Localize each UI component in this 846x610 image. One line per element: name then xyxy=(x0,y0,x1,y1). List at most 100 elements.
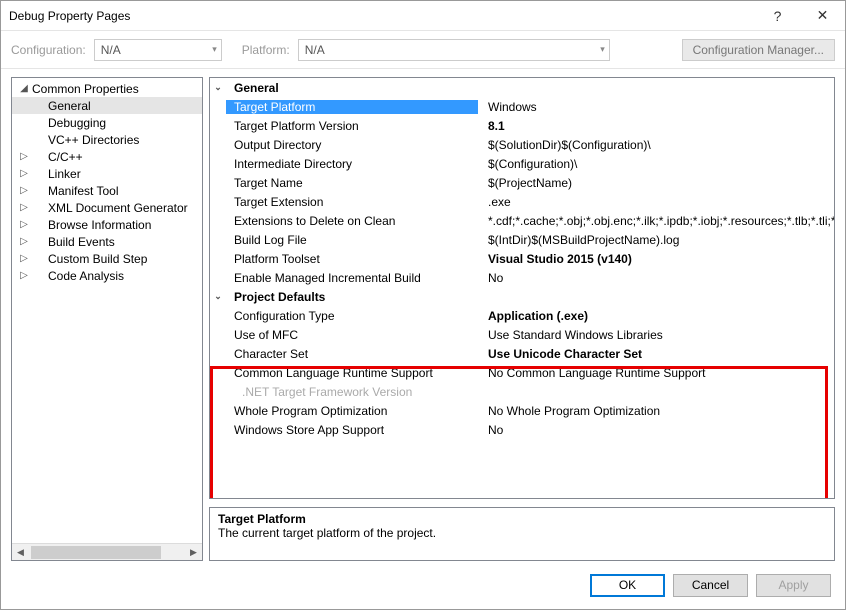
tree-item[interactable]: ▷Build Events xyxy=(12,233,202,250)
tree-root-label: Common Properties xyxy=(32,82,139,96)
grid-row-value[interactable]: Use Standard Windows Libraries xyxy=(478,328,834,342)
grid-row-value[interactable]: Use Unicode Character Set xyxy=(478,347,834,361)
grid-row-name: Extensions to Delete on Clean xyxy=(226,214,478,228)
collapse-icon[interactable]: ⌄ xyxy=(210,291,226,302)
grid-row-value[interactable]: .exe xyxy=(478,195,834,209)
property-pages-window: Debug Property Pages ? ✕ Configuration: … xyxy=(0,0,846,610)
tree-item[interactable]: ▷ C/C++ xyxy=(12,148,202,165)
grid-row[interactable]: Common Language Runtime SupportNo Common… xyxy=(210,363,834,382)
tree-item[interactable]: ▷ Linker xyxy=(12,165,202,182)
expand-icon[interactable]: ▷ xyxy=(18,270,30,281)
description-text: The current target platform of the proje… xyxy=(218,526,826,540)
expand-icon[interactable]: ▷ xyxy=(18,219,30,230)
grid-row[interactable]: Whole Program OptimizationNo Whole Progr… xyxy=(210,401,834,420)
tree-root[interactable]: ◢ Common Properties xyxy=(12,80,202,97)
expand-icon[interactable]: ▷ xyxy=(18,151,30,162)
tree[interactable]: ◢ Common Properties GeneralDebugging VC++… xyxy=(12,78,202,543)
grid-row[interactable]: Character SetUse Unicode Character Set xyxy=(210,344,834,363)
description-title: Target Platform xyxy=(218,512,826,526)
grid-row[interactable]: Target Platform Version8.1 xyxy=(210,116,834,135)
grid-row-name: Character Set xyxy=(226,347,478,361)
expand-icon[interactable]: ▷ xyxy=(18,185,30,196)
expand-icon[interactable]: ▷ xyxy=(18,168,30,179)
horizontal-scrollbar[interactable]: ◀ ▶ xyxy=(12,543,202,560)
grid-row[interactable]: Enable Managed Incremental BuildNo xyxy=(210,268,834,287)
grid-row-name: Build Log File xyxy=(226,233,478,247)
tree-item[interactable]: ▷Manifest Tool xyxy=(12,182,202,199)
grid-row-value[interactable]: No Common Language Runtime Support xyxy=(478,366,834,380)
grid-row[interactable]: Target Name$(ProjectName) xyxy=(210,173,834,192)
grid-row[interactable]: Platform ToolsetVisual Studio 2015 (v140… xyxy=(210,249,834,268)
grid-row[interactable]: Intermediate Directory$(Configuration)\ xyxy=(210,154,834,173)
grid-row-name: Target Platform xyxy=(226,100,478,114)
tree-item-label: C/C++ xyxy=(48,150,83,164)
grid-row-name: Use of MFC xyxy=(226,328,478,342)
collapse-icon[interactable]: ◢ xyxy=(18,83,30,94)
expand-icon[interactable]: ▷ xyxy=(18,253,30,264)
close-button[interactable]: ✕ xyxy=(800,1,845,31)
grid-row-name: Target Platform Version xyxy=(226,119,478,133)
config-row: Configuration: N/A ▾ Platform: N/A ▾ Con… xyxy=(1,31,845,69)
grid-row[interactable]: Build Log File$(IntDir)$(MSBuildProjectN… xyxy=(210,230,834,249)
grid-row-name: Enable Managed Incremental Build xyxy=(226,271,478,285)
platform-combo[interactable]: N/A ▾ xyxy=(298,39,610,61)
grid-row-value[interactable]: $(SolutionDir)$(Configuration)\ xyxy=(478,138,834,152)
tree-item[interactable]: ▷ Code Analysis xyxy=(12,267,202,284)
grid-row-value[interactable]: $(IntDir)$(MSBuildProjectName).log xyxy=(478,233,834,247)
property-grid: ⌄GeneralTarget PlatformWindowsTarget Pla… xyxy=(209,77,835,499)
grid-row-value[interactable]: $(ProjectName) xyxy=(478,176,834,190)
tree-item[interactable]: Debugging xyxy=(12,114,202,131)
collapse-icon[interactable]: ⌄ xyxy=(210,82,226,93)
grid-row[interactable]: Use of MFCUse Standard Windows Libraries xyxy=(210,325,834,344)
grid-row-value[interactable]: Windows xyxy=(478,100,834,114)
scroll-thumb[interactable] xyxy=(31,546,161,559)
grid-row[interactable]: .NET Target Framework Version xyxy=(210,382,834,401)
expand-icon[interactable]: ▷ xyxy=(18,236,30,247)
tree-item[interactable]: ▷XML Document Generator xyxy=(12,199,202,216)
grid-row[interactable]: Windows Store App SupportNo xyxy=(210,420,834,439)
tree-item-label: VC++ Directories xyxy=(48,133,139,147)
chevron-down-icon: ▾ xyxy=(212,44,217,55)
grid-row-value[interactable]: No Whole Program Optimization xyxy=(478,404,834,418)
tree-item[interactable]: General xyxy=(12,97,202,114)
grid-category[interactable]: ⌄General xyxy=(210,78,834,97)
ok-button[interactable]: OK xyxy=(590,574,665,597)
tree-item-label: Linker xyxy=(48,167,81,181)
grid-row-value[interactable]: 8.1 xyxy=(478,119,834,133)
grid-row[interactable]: Configuration TypeApplication (.exe) xyxy=(210,306,834,325)
scroll-right-icon[interactable]: ▶ xyxy=(185,544,202,561)
platform-label: Platform: xyxy=(242,43,290,57)
grid-row[interactable]: Extensions to Delete on Clean*.cdf;*.cac… xyxy=(210,211,834,230)
configuration-value: N/A xyxy=(101,43,121,57)
expand-icon[interactable]: ▷ xyxy=(18,202,30,213)
cancel-button[interactable]: Cancel xyxy=(673,574,748,597)
grid-category-label: General xyxy=(226,81,478,95)
titlebar: Debug Property Pages ? ✕ xyxy=(1,1,845,31)
grid-row-value[interactable]: Visual Studio 2015 (v140) xyxy=(478,252,834,266)
configuration-manager-button[interactable]: Configuration Manager... xyxy=(682,39,835,61)
grid-row[interactable]: Target Extension.exe xyxy=(210,192,834,211)
configuration-combo[interactable]: N/A ▾ xyxy=(94,39,222,61)
right-pane: ⌄GeneralTarget PlatformWindowsTarget Pla… xyxy=(209,77,835,561)
help-button[interactable]: ? xyxy=(755,1,800,31)
tree-item[interactable]: VC++ Directories xyxy=(12,131,202,148)
platform-value: N/A xyxy=(305,43,325,57)
apply-button[interactable]: Apply xyxy=(756,574,831,597)
grid-category[interactable]: ⌄Project Defaults xyxy=(210,287,834,306)
grid-row-value[interactable]: No xyxy=(478,423,834,437)
grid-row-value[interactable]: Application (.exe) xyxy=(478,309,834,323)
tree-item[interactable]: ▷Browse Information xyxy=(12,216,202,233)
grid-row-value[interactable]: *.cdf;*.cache;*.obj;*.obj.enc;*.ilk;*.ip… xyxy=(478,214,834,228)
grid-row-name: Target Name xyxy=(226,176,478,190)
grid-row-value[interactable]: No xyxy=(478,271,834,285)
tree-item-label: Code Analysis xyxy=(48,269,124,283)
property-grid-body[interactable]: ⌄GeneralTarget PlatformWindowsTarget Pla… xyxy=(210,78,834,498)
grid-row[interactable]: Target PlatformWindows xyxy=(210,97,834,116)
scroll-left-icon[interactable]: ◀ xyxy=(12,544,29,561)
grid-row[interactable]: Output Directory$(SolutionDir)$(Configur… xyxy=(210,135,834,154)
grid-category-label: Project Defaults xyxy=(226,290,478,304)
description-panel: Target Platform The current target platf… xyxy=(209,507,835,561)
tree-item[interactable]: ▷Custom Build Step xyxy=(12,250,202,267)
grid-row-value[interactable]: $(Configuration)\ xyxy=(478,157,834,171)
grid-row-name: Configuration Type xyxy=(226,309,478,323)
